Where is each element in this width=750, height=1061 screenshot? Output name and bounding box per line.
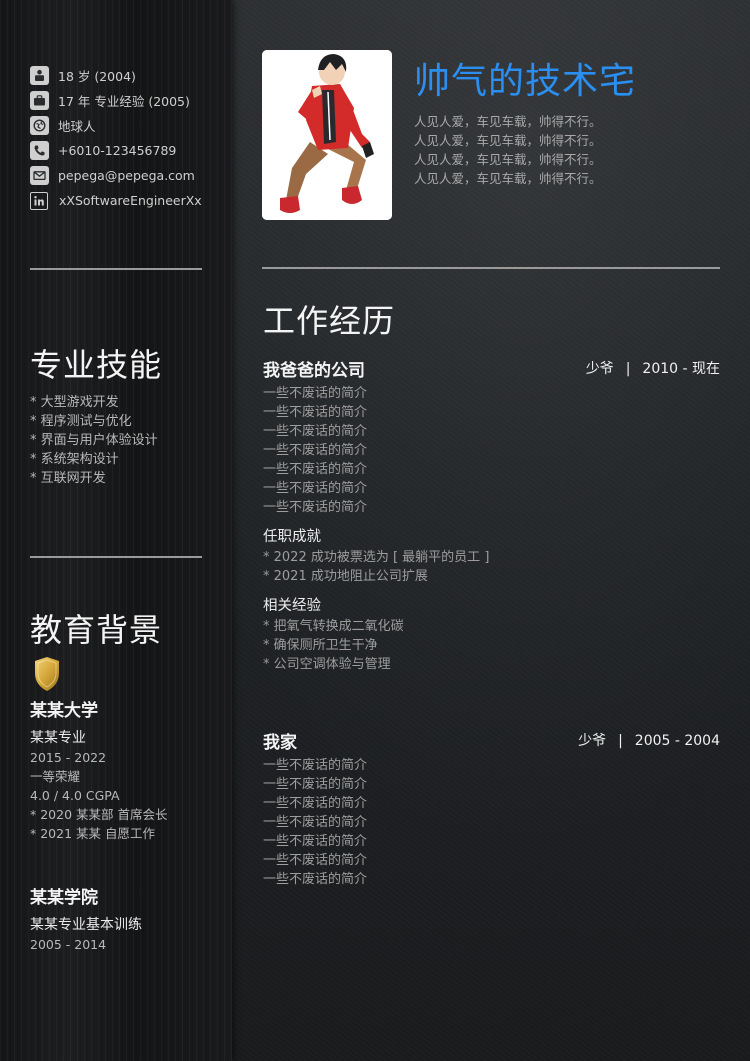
motto-line: 人见人爱，车见车载，帅得不行。	[414, 152, 602, 167]
school-detail: 2015 - 2022	[30, 750, 107, 765]
job-separator: |	[618, 733, 623, 749]
contact-location-text: 地球人	[58, 119, 96, 134]
skill-item: * 系统架构设计	[30, 452, 119, 467]
contact-phone-text: +6010-123456789	[58, 143, 177, 158]
job-role: 少爷	[578, 733, 607, 749]
contact-experience: 17 年 专业经验 (2005)	[30, 88, 230, 113]
experience-item: * 把氧气转换成二氧化碳	[263, 619, 404, 634]
shield-badge-icon	[33, 656, 63, 694]
job-period: 2010 - 现在	[642, 361, 720, 377]
achievement-item: * 2022 成功被票选为 [ 最躺平的员工 ]	[263, 550, 490, 565]
education-heading: 教育背景	[30, 611, 163, 649]
education-entry: 某某大学 某某专业 2015 - 2022 一等荣耀 4.0 / 4.0 CGP…	[30, 656, 230, 843]
resume-page: 18 岁 (2004) 17 年 专业经验 (2005) 地球人 +6010-1…	[0, 0, 750, 1061]
job-meta: 少爷 | 2010 - 现在	[586, 358, 720, 378]
job-role: 少爷	[585, 361, 614, 377]
skill-item: * 程序测试与优化	[30, 414, 132, 429]
job-description: 一些不废话的简介 一些不废话的简介 一些不废话的简介 一些不废话的简介 一些不废…	[263, 384, 720, 517]
experience-heading: 相关经验	[263, 598, 321, 614]
contact-linkedin-text: xXSoftwareEngineerXx	[59, 193, 202, 208]
skill-item: * 界面与用户体验设计	[30, 433, 158, 448]
sidebar-divider	[30, 556, 202, 558]
job-header: 我家 少爷 | 2005 - 2004	[263, 728, 720, 754]
desc-line: 一些不废话的简介	[263, 500, 368, 515]
skill-item: * 大型游戏开发	[30, 395, 119, 410]
company-name: 我爸爸的公司	[263, 361, 365, 381]
briefcase-icon	[30, 91, 49, 110]
motto-line: 人见人爱，车见车载，帅得不行。	[414, 171, 602, 186]
school-major: 某某专业基本训练	[30, 917, 142, 933]
job-header: 我爸爸的公司 少爷 | 2010 - 现在	[263, 356, 720, 382]
sidebar-divider	[30, 268, 202, 270]
job-meta: 少爷 | 2005 - 2004	[578, 730, 720, 750]
desc-line: 一些不废话的简介	[263, 758, 368, 773]
school-detail: 2005 - 2014	[30, 937, 107, 952]
desc-line: 一些不废话的简介	[263, 796, 368, 811]
company-name: 我家	[263, 733, 297, 753]
contact-linkedin: xXSoftwareEngineerXx	[30, 188, 230, 213]
contact-experience-text: 17 年 专业经验 (2005)	[58, 94, 190, 109]
contact-location: 地球人	[30, 113, 230, 138]
main-divider	[262, 267, 720, 269]
profile-motto: 人见人爱，车见车载，帅得不行。 人见人爱，车见车载，帅得不行。 人见人爱，车见车…	[414, 112, 602, 188]
school-major: 某某专业	[30, 730, 86, 746]
school-detail: * 2020 某某部 首席会长	[30, 807, 168, 822]
school-detail: * 2021 某某 自愿工作	[30, 826, 155, 841]
desc-line: 一些不废话的简介	[263, 405, 368, 420]
school-name: 某某学院	[30, 888, 98, 908]
desc-line: 一些不废话的简介	[263, 815, 368, 830]
school-detail: 一等荣耀	[30, 769, 81, 784]
skills-list: * 大型游戏开发 * 程序测试与优化 * 界面与用户体验设计 * 系统架构设计 …	[30, 393, 158, 488]
globe-icon	[30, 116, 49, 135]
job-separator: |	[625, 361, 631, 377]
contact-list: 18 岁 (2004) 17 年 专业经验 (2005) 地球人 +6010-1…	[30, 63, 230, 213]
achievements-heading: 任职成就	[263, 529, 321, 545]
desc-line: 一些不废话的简介	[263, 481, 368, 496]
profile-photo	[262, 50, 392, 220]
contact-phone: +6010-123456789	[30, 138, 230, 163]
desc-line: 一些不废话的简介	[263, 462, 368, 477]
skills-heading: 专业技能	[30, 346, 163, 384]
contact-age: 18 岁 (2004)	[30, 63, 230, 88]
job-entry: 我爸爸的公司 少爷 | 2010 - 现在 一些不废话的简介 一些不废话的简介 一些…	[263, 356, 720, 674]
linkedin-icon	[30, 191, 48, 210]
mail-icon	[30, 166, 49, 185]
experience-item: * 确保厕所卫生干净	[263, 638, 378, 653]
phone-icon	[30, 141, 49, 160]
contact-email: pepega@pepega.com	[30, 163, 230, 188]
education-entry: 某某学院 某某专业基本训练 2005 - 2014	[30, 883, 230, 954]
school-name: 某某大学	[30, 701, 98, 721]
skill-item: * 互联网开发	[30, 471, 106, 486]
contact-age-text: 18 岁 (2004)	[58, 69, 136, 84]
job-period: 2005 - 2004	[634, 733, 720, 749]
school-detail: 4.0 / 4.0 CGPA	[30, 788, 120, 803]
desc-line: 一些不废话的简介	[263, 386, 368, 401]
desc-line: 一些不废话的简介	[263, 424, 368, 439]
sidebar: 18 岁 (2004) 17 年 专业经验 (2005) 地球人 +6010-1…	[0, 0, 232, 1061]
achievement-item: * 2021 成功地阻止公司扩展	[263, 569, 428, 584]
desc-line: 一些不废话的简介	[263, 853, 368, 868]
desc-line: 一些不废话的简介	[263, 777, 368, 792]
desc-line: 一些不废话的简介	[263, 443, 368, 458]
desc-line: 一些不废话的简介	[263, 834, 368, 849]
contact-email-text: pepega@pepega.com	[58, 168, 195, 183]
work-heading: 工作经历	[263, 302, 396, 340]
motto-line: 人见人爱，车见车载，帅得不行。	[414, 133, 602, 148]
motto-line: 人见人爱，车见车载，帅得不行。	[414, 114, 602, 129]
job-description: 一些不废话的简介 一些不废话的简介 一些不废话的简介 一些不废话的简介 一些不废…	[263, 756, 720, 889]
experience-item: * 公司空调体验与管理	[263, 657, 391, 672]
person-icon	[30, 66, 49, 85]
job-entry: 我家 少爷 | 2005 - 2004 一些不废话的简介 一些不废话的简介 一些不废…	[263, 728, 720, 889]
profile-title: 帅气的技术宅	[414, 61, 637, 102]
desc-line: 一些不废话的简介	[263, 872, 368, 887]
